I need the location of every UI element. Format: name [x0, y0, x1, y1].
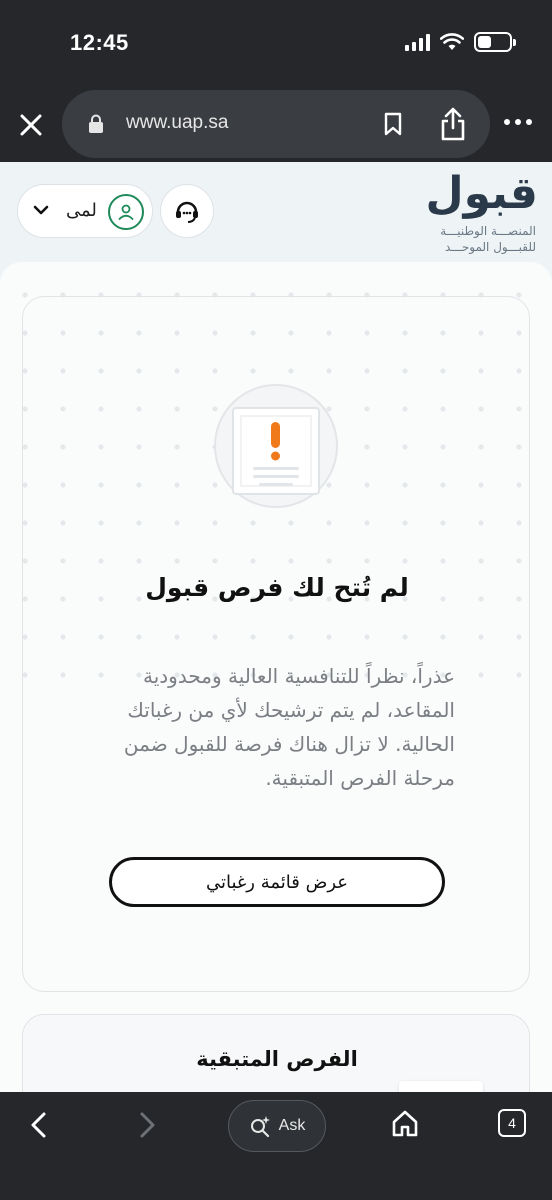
ask-button[interactable]: Ask	[228, 1100, 326, 1152]
signal-icon	[405, 33, 430, 51]
user-menu-button[interactable]: لمى	[17, 184, 153, 238]
logo[interactable]: قبول	[425, 168, 538, 219]
logo-subtitle-line1: المنصـــة الوطنيـــة	[440, 224, 536, 238]
status-icons	[405, 32, 516, 52]
ask-label: Ask	[278, 1117, 306, 1134]
web-page: قبول المنصـــة الوطنيـــة للقبـــول المو…	[0, 162, 552, 1092]
bookmark-icon[interactable]	[384, 112, 402, 136]
browser-chrome-top: 12:45 www.uap.sa	[0, 0, 552, 162]
user-icon	[118, 204, 134, 220]
home-icon[interactable]	[390, 1108, 420, 1138]
wifi-icon	[440, 33, 464, 50]
battery-icon	[474, 32, 516, 52]
alert-document-icon	[214, 384, 338, 508]
back-arrow-icon[interactable]	[26, 1110, 52, 1140]
content-container: لم تُتح لك فرص قبول عذراً، نظراً للتنافس…	[0, 262, 552, 1092]
close-icon[interactable]	[16, 110, 46, 140]
url-text[interactable]: www.uap.sa	[126, 112, 228, 134]
card-description: عذراً، نظراً للتنافسية العالية ومحدودية …	[123, 664, 455, 790]
forward-arrow-icon[interactable]	[134, 1110, 160, 1140]
chevron-down-icon	[33, 205, 49, 215]
headset-icon	[176, 201, 198, 223]
support-button[interactable]	[160, 184, 214, 238]
remaining-opportunities-title: الفرص المتبقية	[196, 1047, 358, 1071]
more-options-icon[interactable]	[504, 112, 538, 132]
lock-icon	[89, 114, 103, 133]
avatar	[108, 194, 144, 230]
card-title: لم تُتح لك فرص قبول	[145, 573, 409, 602]
user-name: لمى	[66, 200, 97, 221]
address-bar[interactable]: www.uap.sa	[62, 90, 490, 158]
remaining-opportunities-card[interactable]: الفرص المتبقية	[22, 1014, 530, 1092]
share-icon[interactable]	[438, 106, 468, 142]
sparkle-search-icon	[250, 1116, 270, 1137]
tabs-count-button[interactable]: 4	[498, 1109, 526, 1137]
browser-toolbar-bottom: Ask 4	[0, 1092, 552, 1200]
site-header: قبول المنصـــة الوطنيـــة للقبـــول المو…	[0, 162, 552, 262]
view-wishlist-button[interactable]: عرض قائمة رغباتي	[109, 857, 445, 907]
document-preview-icon	[399, 1081, 483, 1092]
logo-subtitle-line2: للقبـــول الموحـــد	[445, 240, 536, 254]
status-time: 12:45	[70, 30, 129, 55]
no-offers-card: لم تُتح لك فرص قبول عذراً، نظراً للتنافس…	[22, 296, 530, 992]
